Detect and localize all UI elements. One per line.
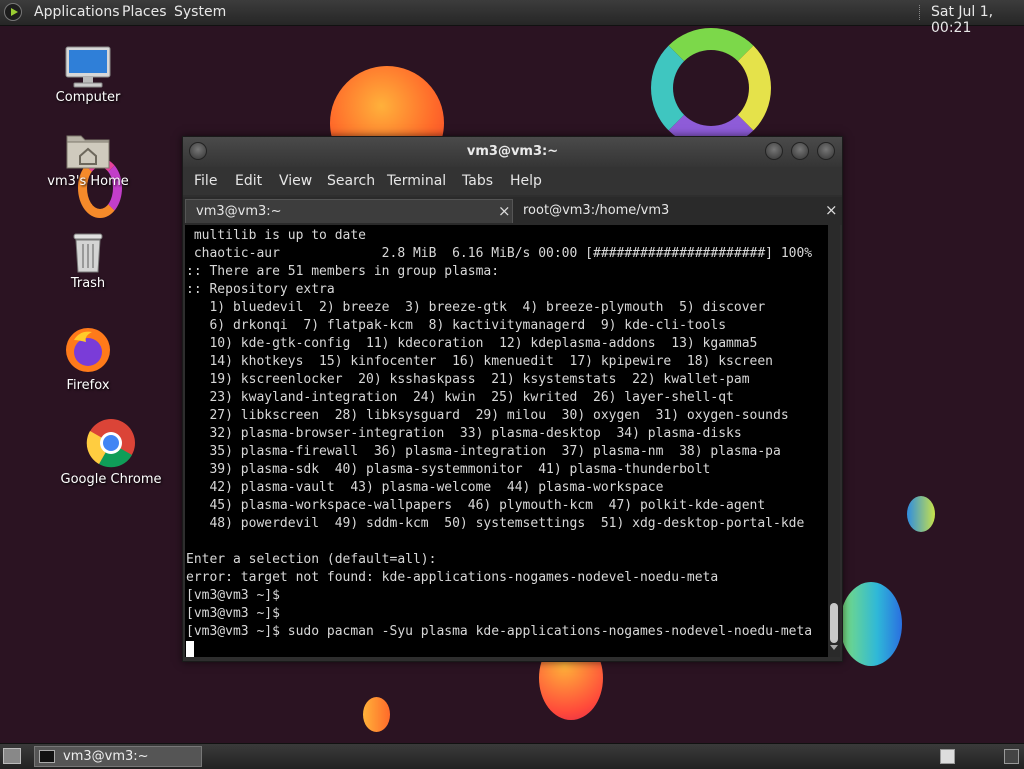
terminal-line: 14) khotkeys 15) kinfocenter 16) kmenued… <box>186 354 773 369</box>
terminal-output[interactable]: multilib is up to date chaotic-aur 2.8 M… <box>185 225 828 657</box>
tab-label: vm3@vm3:~ <box>196 204 282 219</box>
terminal-text: multilib is up to date chaotic-aur 2.8 M… <box>185 225 828 657</box>
firefox-icon <box>64 326 112 374</box>
system-menu[interactable]: System <box>174 4 226 20</box>
menu-bar: File Edit View Search Terminal Tabs Help <box>183 167 842 195</box>
chrome-icon <box>86 418 136 468</box>
desktop-icon-firefox[interactable]: Firefox <box>43 326 133 393</box>
desktop-icon-computer[interactable]: Computer <box>43 46 133 105</box>
maximize-icon[interactable] <box>791 142 809 160</box>
desktop-icon-label: Firefox <box>66 378 110 393</box>
desktop-icon-label: Trash <box>70 276 106 291</box>
menu-edit[interactable]: Edit <box>235 173 262 189</box>
close-icon[interactable] <box>817 142 835 160</box>
tab-label: root@vm3:/home/vm3 <box>523 203 670 218</box>
terminal-line: 27) libkscreen 28) libksysguard 29) milo… <box>186 408 789 423</box>
terminal-icon <box>39 750 55 763</box>
home-folder-icon <box>65 130 111 170</box>
terminal-line: [vm3@vm3 ~]$ <box>186 588 280 603</box>
terminal-line: 39) plasma-sdk 40) plasma-systemmonitor … <box>186 462 711 477</box>
applications-icon[interactable] <box>4 3 22 21</box>
terminal-cursor <box>186 641 194 657</box>
computer-icon <box>64 46 112 88</box>
terminal-line: multilib is up to date <box>186 228 367 243</box>
desktop-icon-home[interactable]: vm3's Home <box>43 130 133 189</box>
terminal-line: [vm3@vm3 ~]$ sudo pacman -Syu plasma kde… <box>186 624 813 639</box>
menu-file[interactable]: File <box>194 173 217 189</box>
desktop-icon-trash[interactable]: Trash <box>43 230 133 291</box>
menu-terminal[interactable]: Terminal <box>387 173 446 189</box>
clock[interactable]: Sat Jul 1, 00:21 <box>931 4 1024 36</box>
tab-root[interactable]: root@vm3:/home/vm3 × <box>513 199 840 223</box>
terminal-line: 23) kwayland-integration 24) kwin 25) kw… <box>186 390 734 405</box>
terminal-line: 48) powerdevil 49) sddm-kcm 50) systemse… <box>186 516 805 531</box>
terminal-window[interactable]: vm3@vm3:~ File Edit View Search Terminal… <box>182 136 843 662</box>
workspace-2[interactable] <box>1004 749 1019 764</box>
terminal-line: 32) plasma-browser-integration 33) plasm… <box>186 426 742 441</box>
terminal-line: error: target not found: kde-application… <box>186 570 719 585</box>
minimize-icon[interactable] <box>765 142 783 160</box>
window-titlebar[interactable]: vm3@vm3:~ <box>183 137 842 167</box>
places-menu[interactable]: Places <box>122 4 167 20</box>
workspace-1[interactable] <box>940 749 955 764</box>
tab-bar: vm3@vm3:~ × root@vm3:/home/vm3 × <box>183 197 842 225</box>
trash-icon <box>68 230 108 273</box>
terminal-line: :: Repository extra <box>186 282 335 297</box>
terminal-line: 6) drkonqi 7) flatpak-kcm 8) kactivityma… <box>186 318 727 333</box>
terminal-line: 45) plasma-workspace-wallpapers 46) plym… <box>186 498 766 513</box>
menu-view[interactable]: View <box>279 173 312 189</box>
panel-separator <box>919 5 922 20</box>
terminal-line: [vm3@vm3 ~]$ <box>186 606 280 621</box>
top-panel: Applications Places System Sat Jul 1, 00… <box>0 0 1024 36</box>
bottom-panel: vm3@vm3:~ <box>0 743 1024 769</box>
menu-help[interactable]: Help <box>510 173 542 189</box>
desktop-icon-label: Google Chrome <box>60 472 162 487</box>
tab-close-icon[interactable]: × <box>825 201 838 219</box>
show-desktop-icon[interactable] <box>3 748 21 764</box>
scrollbar-thumb[interactable] <box>830 603 838 643</box>
taskbar-button-label: vm3@vm3:~ <box>63 749 149 764</box>
wallpaper-blue-blob <box>907 496 935 532</box>
terminal-line: 42) plasma-vault 43) plasma-welcome 44) … <box>186 480 664 495</box>
desktop-icon-chrome[interactable]: Google Chrome <box>56 418 166 487</box>
applications-menu[interactable]: Applications <box>34 4 120 20</box>
wallpaper-orange-dot <box>363 697 390 732</box>
terminal-line: Enter a selection (default=all): <box>186 552 437 567</box>
terminal-line: :: There are 51 members in group plasma: <box>186 264 500 279</box>
scrollbar[interactable] <box>828 225 840 657</box>
terminal-line: chaotic-aur 2.8 MiB 6.16 MiB/s 00:00 [##… <box>186 246 813 261</box>
terminal-line: 10) kde-gtk-config 11) kdecoration 12) k… <box>186 336 758 351</box>
taskbar-button-terminal[interactable]: vm3@vm3:~ <box>34 746 202 767</box>
tab-vm3[interactable]: vm3@vm3:~ × <box>185 199 513 223</box>
terminal-line: 19) kscreenlocker 20) ksshaskpass 21) ks… <box>186 372 750 387</box>
wallpaper-ring <box>651 28 771 148</box>
menu-tabs[interactable]: Tabs <box>462 173 493 189</box>
desktop-icon-label: vm3's Home <box>47 174 129 189</box>
terminal-line: 35) plasma-firewall 36) plasma-integrati… <box>186 444 781 459</box>
wallpaper-green-blob <box>840 582 902 666</box>
scroll-down-icon[interactable] <box>830 645 838 650</box>
menu-search[interactable]: Search <box>327 173 375 189</box>
window-title: vm3@vm3:~ <box>466 144 559 159</box>
terminal-line: 1) bluedevil 2) breeze 3) breeze-gtk 4) … <box>186 300 766 315</box>
tab-close-icon[interactable]: × <box>498 202 511 220</box>
desktop-icon-label: Computer <box>55 90 121 105</box>
